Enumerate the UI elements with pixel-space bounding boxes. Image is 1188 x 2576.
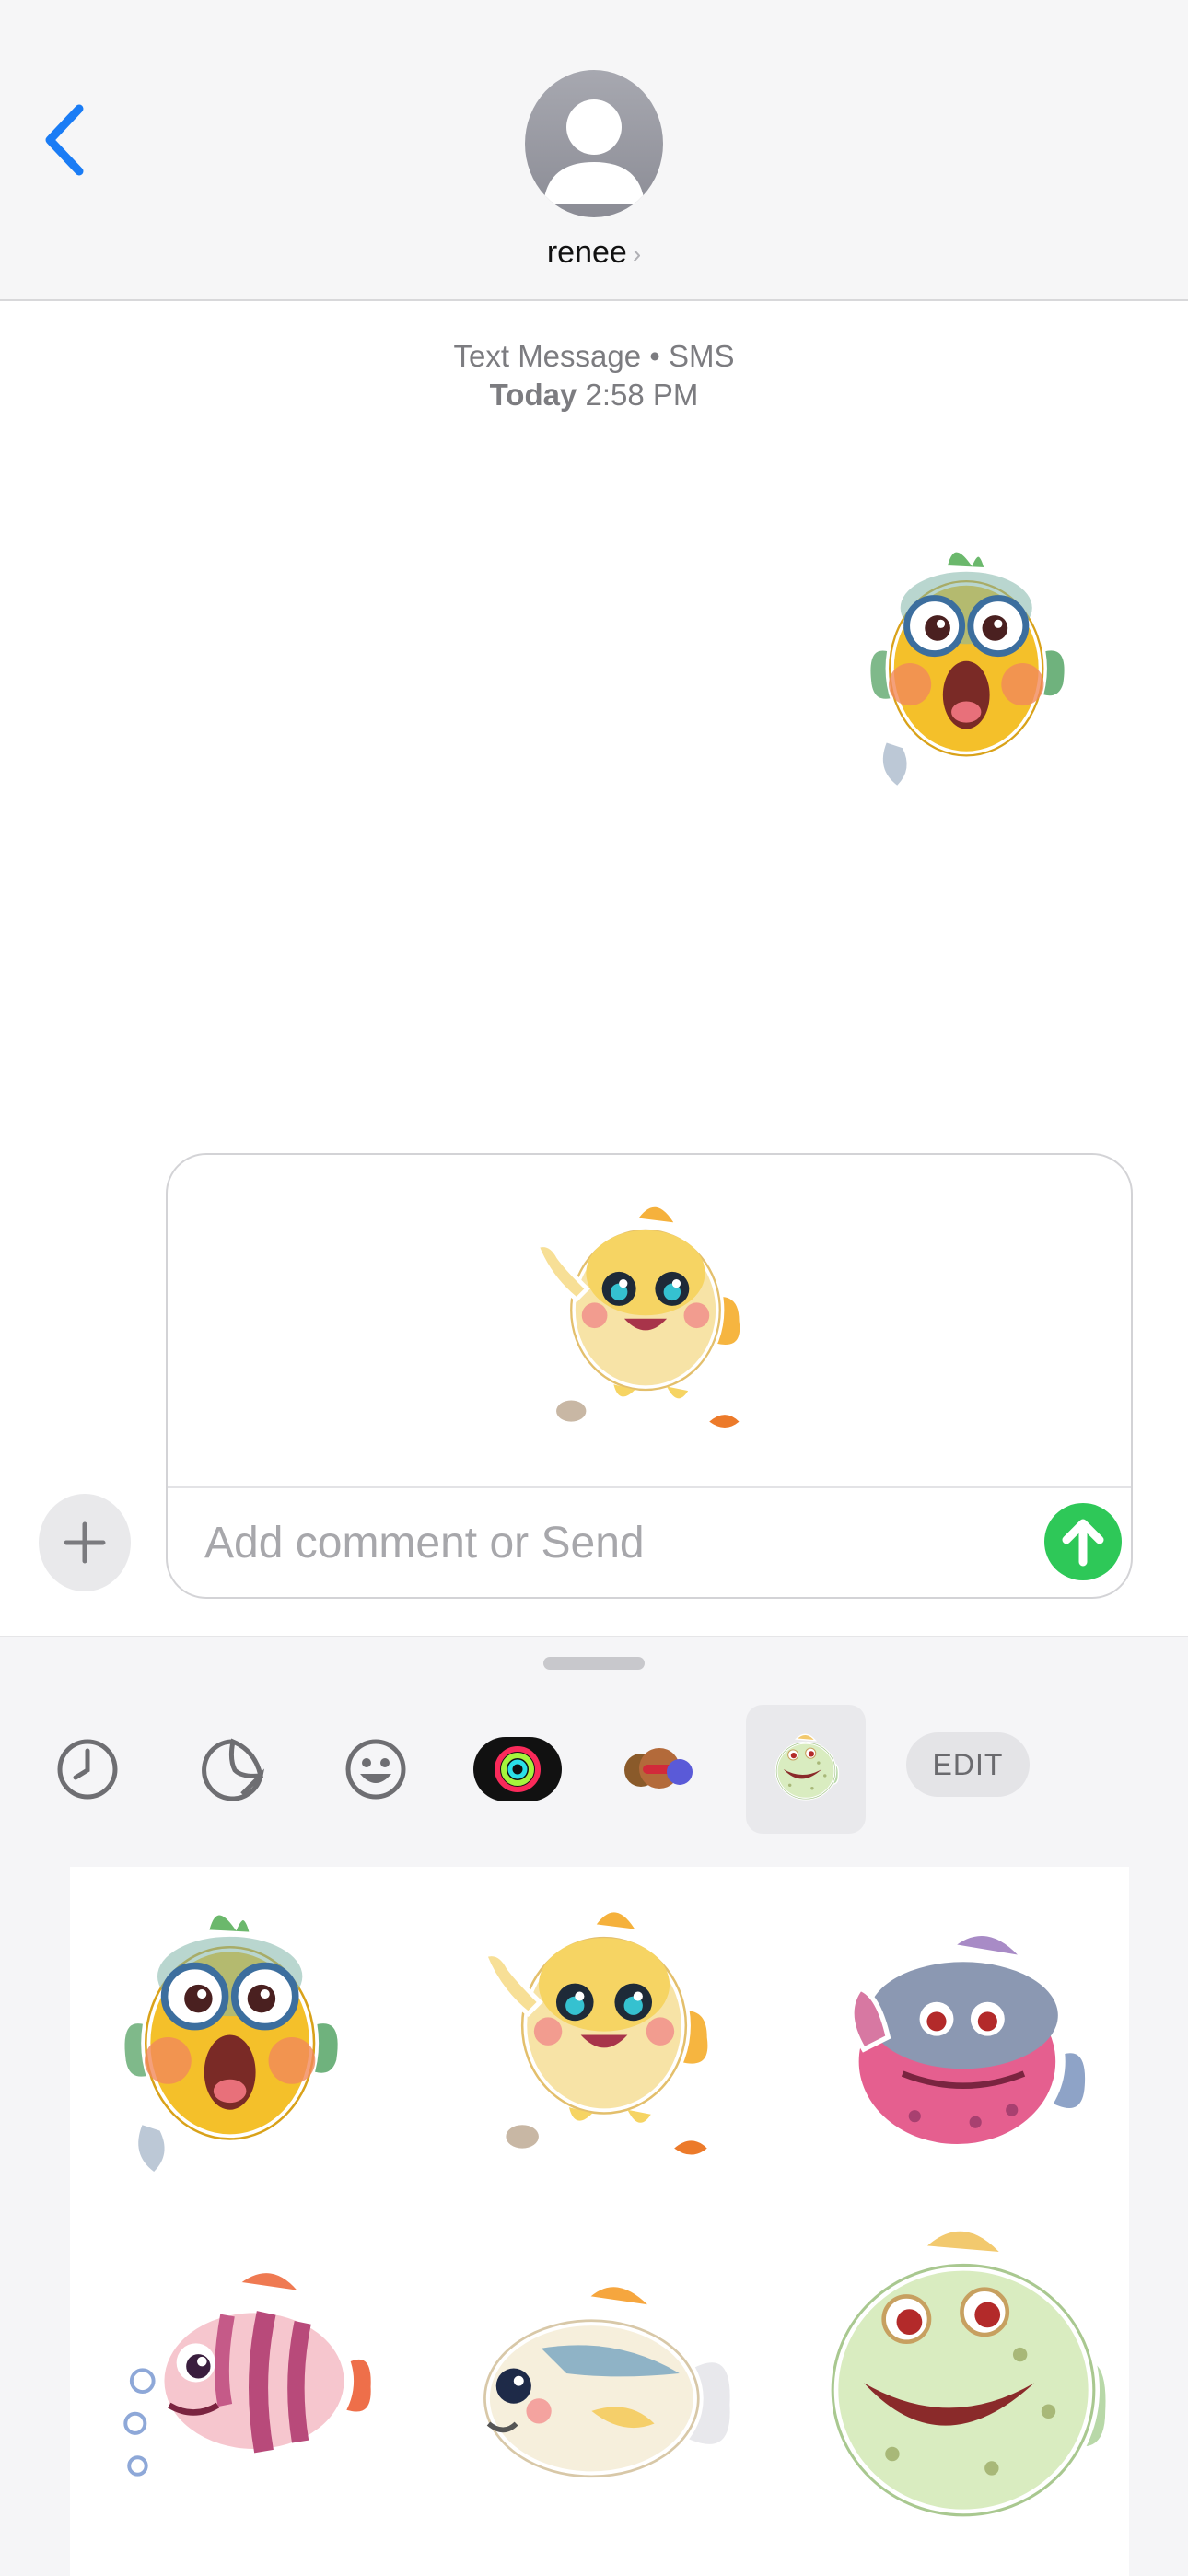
contact-name-button[interactable]: renee ›: [0, 235, 1188, 271]
arrow-up-icon: [1062, 1519, 1104, 1567]
sticker-item-pink-fish[interactable]: [807, 1904, 1120, 2171]
person-silhouette-icon: [543, 99, 645, 204]
sticker-preview[interactable]: [521, 1183, 770, 1459]
back-button[interactable]: [41, 103, 87, 177]
sticker-grid: [70, 1867, 1129, 2576]
cream-fish-sticker: [448, 2235, 761, 2512]
chevron-right-icon: ›: [632, 239, 642, 268]
sticker-item-waving-fish[interactable]: [438, 1885, 770, 2189]
message-timestamp: Today 2:58 PM: [0, 378, 1188, 413]
tab-activity[interactable]: [472, 1705, 564, 1834]
tab-memoji[interactable]: [613, 1705, 705, 1834]
tab-stickers[interactable]: [192, 1705, 274, 1834]
activity-rings-icon: [473, 1737, 562, 1801]
sent-sticker[interactable]: [824, 525, 1119, 801]
plus-icon: [64, 1521, 106, 1564]
smiley-face-icon: [345, 1739, 406, 1800]
waving-fish-sticker: [438, 1885, 770, 2189]
tab-recents[interactable]: [46, 1705, 129, 1834]
message-compose-box: [166, 1153, 1133, 1599]
striped-fish-sticker: [98, 2235, 411, 2502]
tab-emoji[interactable]: [334, 1705, 417, 1834]
tab-custom-stickers[interactable]: [746, 1705, 866, 1834]
timestamp-day: Today: [489, 378, 577, 412]
clock-icon: [57, 1739, 118, 1800]
sticker-preview-image: [521, 1183, 770, 1459]
contact-name: renee: [546, 235, 627, 270]
timestamp-time: 2:58 PM: [585, 378, 699, 412]
compose-divider: [168, 1486, 1131, 1488]
service-label: Text Message • SMS: [453, 339, 735, 373]
add-attachment-button[interactable]: [39, 1494, 131, 1591]
sticker-drawer: EDIT: [0, 1636, 1188, 2576]
send-button[interactable]: [1044, 1503, 1122, 1580]
sticker-item-green-fish[interactable]: [807, 2198, 1120, 2539]
pink-fish-sticker: [807, 1904, 1120, 2171]
conversation-header: renee ›: [0, 0, 1188, 301]
green-fish-sticker: [807, 2198, 1120, 2539]
sticker-item-striped-fish[interactable]: [98, 2235, 411, 2502]
sticker-item-shocked-fish[interactable]: [70, 1885, 402, 2189]
sticker-item-cream-fish[interactable]: [448, 2235, 761, 2512]
shocked-fish-sticker: [70, 1885, 402, 2189]
comment-input[interactable]: [203, 1505, 980, 1580]
drawer-grabber[interactable]: [543, 1657, 645, 1670]
contact-avatar[interactable]: [525, 70, 663, 217]
fish-pack-icon: [775, 1732, 840, 1801]
chevron-left-icon: [45, 104, 84, 176]
memoji-icon: [624, 1748, 693, 1789]
sent-sticker-image: [824, 525, 1119, 801]
sticker-peel-icon: [202, 1738, 265, 1801]
edit-button[interactable]: EDIT: [906, 1732, 1030, 1797]
